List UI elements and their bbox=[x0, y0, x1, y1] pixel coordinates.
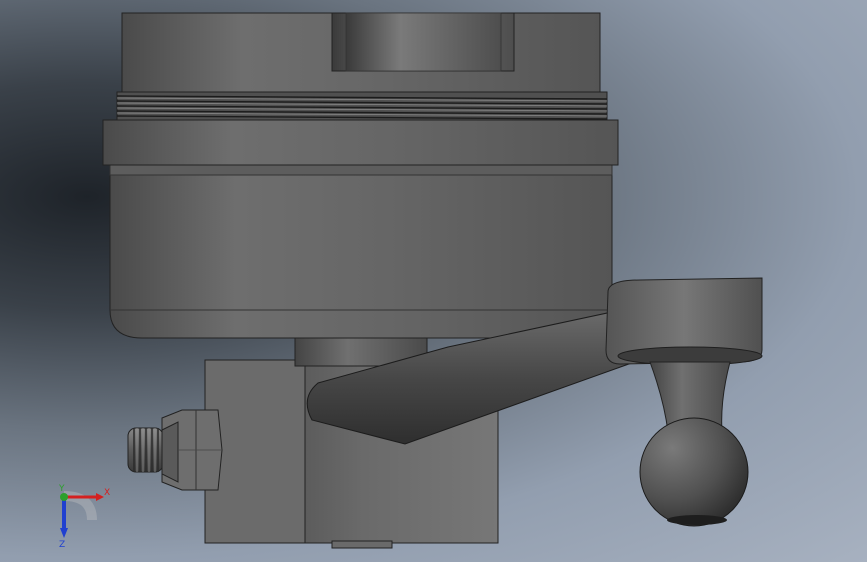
arm-eye-boss bbox=[605, 277, 763, 366]
hex-nut bbox=[161, 409, 223, 491]
coordinate-triad: X Y Z bbox=[58, 484, 110, 550]
ball-stud bbox=[639, 361, 749, 527]
cad-model-scene[interactable]: X Y Z bbox=[0, 0, 867, 562]
flange-ring bbox=[102, 119, 619, 166]
top-cap bbox=[121, 12, 601, 93]
z-axis-arrowhead bbox=[60, 528, 68, 538]
cylinder-body bbox=[109, 164, 613, 339]
x-axis-label: X bbox=[104, 488, 110, 498]
y-axis-dot bbox=[60, 493, 68, 501]
y-axis-label: Y bbox=[58, 484, 65, 494]
z-axis-label: Z bbox=[59, 540, 65, 550]
x-axis-arrowhead bbox=[96, 493, 104, 501]
thread-section bbox=[116, 91, 608, 121]
side-bolt bbox=[127, 427, 164, 473]
cad-viewport[interactable]: X Y Z bbox=[0, 0, 867, 562]
